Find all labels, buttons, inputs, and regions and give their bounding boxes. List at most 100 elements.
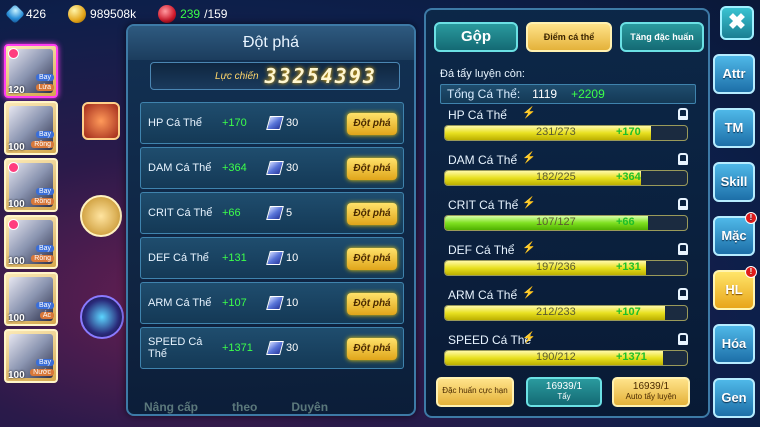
- stat-bar-item: ARM Cá Thể ⚡ 212/233 +107: [440, 287, 696, 333]
- tab-special-training[interactable]: Tăng đặc huấn: [620, 22, 704, 52]
- menu-wear[interactable]: Mặc!: [713, 212, 757, 256]
- stone-cost: 10: [286, 297, 299, 309]
- stamina-counter[interactable]: 239/159: [158, 5, 227, 23]
- stone-cost: 30: [286, 342, 299, 354]
- stat-name: ARM Cá Thể: [448, 288, 518, 302]
- type-tag: Rồng: [31, 141, 54, 148]
- menu-label: Attr: [722, 66, 746, 81]
- stat-bonus: +364: [616, 171, 641, 183]
- menu-skill[interactable]: Skill: [713, 162, 755, 202]
- menu-label: HL: [725, 282, 743, 297]
- lock-icon[interactable]: [678, 153, 688, 165]
- breakthrough-stone-icon: [266, 251, 284, 265]
- stat-bonus: +131: [616, 261, 641, 273]
- team-slot[interactable]: Bay Ác 100: [4, 272, 58, 326]
- stamina-current: 239: [180, 7, 201, 21]
- lightning-icon: ⚡: [522, 107, 536, 119]
- stat-name: CRIT Cá Thể: [448, 198, 519, 212]
- lock-icon[interactable]: [678, 333, 688, 345]
- breakthrough-button[interactable]: Đột phá: [347, 293, 397, 315]
- stat-row: DAM Cá Thể +364 30 Đột phá: [140, 147, 404, 189]
- pet-level: 100: [8, 142, 25, 153]
- menu-label: Hóa: [721, 336, 747, 351]
- breakthrough-button[interactable]: Đột phá: [347, 248, 397, 270]
- stone-cost: 10: [286, 252, 299, 264]
- auto-wash-count: 16939/1: [632, 381, 670, 392]
- wash-label: Tẩy: [557, 392, 571, 401]
- breakthrough-list: HP Cá Thể +170 30 Đột phá DAM Cá Thể +36…: [140, 102, 404, 372]
- team-slot[interactable]: Bay Rồng 100: [4, 101, 58, 155]
- stat-bonus: +107: [222, 297, 247, 309]
- stat-value: 182/225: [536, 171, 576, 183]
- element-icon: [8, 219, 19, 230]
- stone-cost: 30: [286, 117, 299, 129]
- stat-name: SPEED Cá Thể: [448, 333, 532, 347]
- stat-name: DEF Cá Thể: [448, 243, 515, 257]
- gem-icon: [5, 4, 25, 24]
- lock-icon[interactable]: [678, 198, 688, 210]
- close-icon[interactable]: ✖: [720, 6, 754, 40]
- team-slot[interactable]: Bay Rồng 100: [4, 215, 58, 269]
- pet-level: 100: [8, 256, 25, 267]
- menu-hl[interactable]: HL!: [713, 266, 757, 310]
- stat-value: 212/233: [536, 306, 576, 318]
- menu-transform[interactable]: Hóa: [713, 324, 755, 364]
- element-icon: [8, 48, 19, 59]
- team-slot[interactable]: Bay Lửa 120: [4, 44, 58, 98]
- combat-power-value: 33254393: [264, 64, 377, 88]
- stat-name: DAM Cá Thể: [148, 162, 212, 174]
- total-individual: Tổng Cá Thể: 1119 +2209: [440, 84, 696, 104]
- lock-icon[interactable]: [678, 288, 688, 300]
- stat-bar-item: SPEED Cá Thể ⚡ 190/212 +1371: [440, 332, 696, 378]
- stat-value: 231/273: [536, 126, 576, 138]
- breakthrough-button[interactable]: Đột phá: [347, 113, 397, 135]
- special-train-button[interactable]: Đặc huấn cực hạn: [436, 377, 514, 407]
- breakthrough-stone-icon: [266, 206, 284, 220]
- lock-shield-icon[interactable]: [80, 195, 122, 237]
- breakthrough-button[interactable]: Đột phá: [347, 158, 397, 180]
- stat-bonus: +107: [616, 306, 641, 318]
- auto-wash-button[interactable]: 16939/1 Auto tẩy luyện: [612, 377, 690, 407]
- type-tag: Bay: [35, 359, 54, 366]
- individual-stats-panel: Gộp Điểm cá thể Tăng đặc huấn Đá tẩy luy…: [424, 8, 710, 418]
- type-tag: Bay: [35, 74, 54, 81]
- stat-row: CRIT Cá Thể +66 5 Đột phá: [140, 192, 404, 234]
- pet-level: 100: [8, 313, 25, 324]
- stat-bar-item: DEF Cá Thể ⚡ 197/236 +131: [440, 242, 696, 288]
- stone-cost: 30: [286, 162, 299, 174]
- breakthrough-panel: Đột phá Lực chiến 33254393 HP Cá Thể +17…: [126, 24, 416, 416]
- equipment-icon[interactable]: [82, 102, 120, 140]
- stat-value: 190/212: [536, 351, 576, 363]
- type-tag: Rồng: [31, 198, 54, 205]
- element-icon: [8, 162, 19, 173]
- total-value: 1119: [532, 87, 558, 101]
- background-nav-labels: Nâng cấp theo Duyên: [144, 400, 328, 414]
- type-tag: Lửa: [35, 84, 54, 91]
- follow-label: theo: [232, 400, 258, 414]
- stat-bonus: +170: [616, 126, 641, 138]
- team-slot[interactable]: Bay Rồng 100: [4, 158, 58, 212]
- type-tag: Nước: [30, 369, 54, 376]
- orb-wheel-icon[interactable]: [80, 295, 124, 339]
- stat-name: HP Cá Thể: [448, 108, 507, 122]
- lock-icon[interactable]: [678, 243, 688, 255]
- type-tag: Ác: [39, 312, 54, 319]
- combat-power-label: Lực chiến: [215, 70, 259, 82]
- lock-icon[interactable]: [678, 108, 688, 120]
- breakthrough-button[interactable]: Đột phá: [347, 203, 397, 225]
- auto-wash-label: Auto tẩy luyện: [625, 392, 677, 401]
- menu-tm[interactable]: TM: [713, 108, 755, 148]
- stat-bar-item: DAM Cá Thể ⚡ 182/225 +364: [440, 152, 696, 198]
- menu-attr[interactable]: Attr: [713, 54, 755, 94]
- tab-merge[interactable]: Gộp: [434, 22, 518, 52]
- breakthrough-stone-icon: [266, 116, 284, 130]
- lightning-icon: ⚡: [522, 197, 536, 209]
- wash-button[interactable]: 16939/1 Tẩy: [526, 377, 602, 407]
- breakthrough-button[interactable]: Đột phá: [347, 338, 397, 360]
- tab-individual-points[interactable]: Điểm cá thể: [526, 22, 612, 52]
- breakthrough-stone-icon: [266, 296, 284, 310]
- team-slot[interactable]: Bay Nước 100: [4, 329, 58, 383]
- menu-gen[interactable]: Gen: [713, 378, 755, 418]
- type-tag: Bay: [35, 131, 54, 138]
- wash-stone-label: Đá tẩy luyện còn:: [440, 68, 525, 80]
